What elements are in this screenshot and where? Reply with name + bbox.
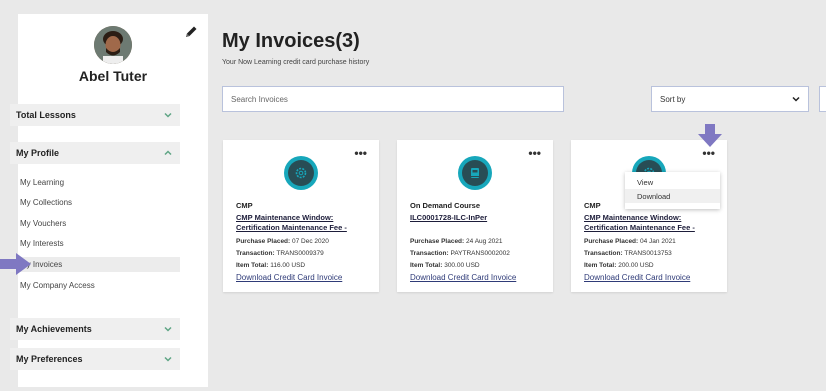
purchase-date: Purchase Placed: 04 Jan 2021 [584, 238, 676, 245]
search-box [222, 86, 564, 112]
card-category: On Demand Course [410, 201, 481, 210]
my-profile-section[interactable]: My Profile [10, 142, 180, 164]
invoice-card: ••• On Demand Course ILC0001728-ILC-InPe… [397, 140, 553, 292]
invoice-card: ••• CMP CMP Maintenance Window: Certific… [223, 140, 379, 292]
right-arrow-annotation-icon [0, 253, 31, 275]
pencil-icon[interactable] [183, 24, 199, 40]
sidebar-item-my-company-access[interactable]: My Company Access [10, 278, 180, 293]
download-invoice-link[interactable]: Download Credit Card Invoice [236, 273, 342, 282]
my-achievements-section[interactable]: My Achievements [10, 318, 180, 340]
download-invoice-link[interactable]: Download Credit Card Invoice [584, 273, 690, 282]
chevron-down-icon [164, 356, 172, 362]
item-total: Item Total: 200.00 USD [584, 262, 654, 269]
card-title-link[interactable]: CMP Maintenance Window: Certification Ma… [584, 213, 722, 233]
section-label: My Achievements [16, 324, 92, 334]
page-title: My Invoices(3) [222, 30, 360, 52]
item-total: Item Total: 300.00 USD [410, 262, 480, 269]
chevron-down-icon [164, 326, 172, 332]
more-options-button[interactable]: ••• [528, 147, 541, 159]
download-invoice-link[interactable]: Download Credit Card Invoice [410, 273, 516, 282]
course-icon [458, 156, 492, 190]
sidebar-item-my-interests[interactable]: My Interests [10, 236, 180, 251]
sidebar-item-my-vouchers[interactable]: My Vouchers [10, 216, 180, 231]
section-label: Total Lessons [16, 110, 76, 120]
section-label: My Profile [16, 148, 60, 158]
transaction-id: Transaction: TRANS0009379 [236, 250, 324, 257]
sort-select[interactable]: Sort by [651, 86, 809, 112]
card-category: CMP [236, 201, 253, 210]
sidebar-item-my-collections[interactable]: My Collections [10, 195, 180, 210]
chevron-down-icon [164, 112, 172, 118]
more-options-button[interactable]: ••• [702, 147, 715, 159]
sort-label: Sort by [660, 94, 686, 104]
course-icon [284, 156, 318, 190]
purchase-date: Purchase Placed: 07 Dec 2020 [236, 238, 329, 245]
down-arrow-annotation-icon [698, 124, 722, 147]
sidebar-item-my-learning[interactable]: My Learning [10, 175, 180, 190]
chevron-up-icon [164, 150, 172, 156]
page-subtitle: Your Now Learning credit card purchase h… [222, 59, 370, 66]
menu-item-view[interactable]: View [625, 175, 720, 189]
user-name: Abel Tuter [78, 68, 148, 84]
more-options-button[interactable]: ••• [354, 147, 367, 159]
gear-icon [295, 167, 307, 179]
chevron-down-icon [792, 96, 800, 102]
total-lessons-section[interactable]: Total Lessons [10, 104, 180, 126]
invoice-card: ••• CMP CMP Maintenance Window: Certific… [571, 140, 727, 292]
transaction-id: Transaction: TRANS0013753 [584, 250, 672, 257]
filter-select[interactable] [819, 86, 826, 112]
menu-item-download[interactable]: Download [625, 189, 720, 203]
sidebar-item-my-invoices[interactable]: My Invoices [10, 257, 180, 272]
transaction-id: Transaction: PAYTRANS0002002 [410, 250, 510, 257]
section-label: My Preferences [16, 354, 83, 364]
purchase-date: Purchase Placed: 24 Aug 2021 [410, 238, 503, 245]
card-category: CMP [584, 201, 601, 210]
item-total: Item Total: 116.00 USD [236, 262, 306, 269]
avatar [94, 26, 132, 64]
card-options-menu: View Download [625, 172, 720, 209]
my-preferences-section[interactable]: My Preferences [10, 348, 180, 370]
book-icon [471, 168, 479, 178]
card-title-link[interactable]: CMP Maintenance Window: Certification Ma… [236, 213, 374, 233]
card-title-link[interactable]: ILC0001728-ILC-InPer [410, 213, 548, 223]
search-input[interactable] [231, 94, 563, 104]
